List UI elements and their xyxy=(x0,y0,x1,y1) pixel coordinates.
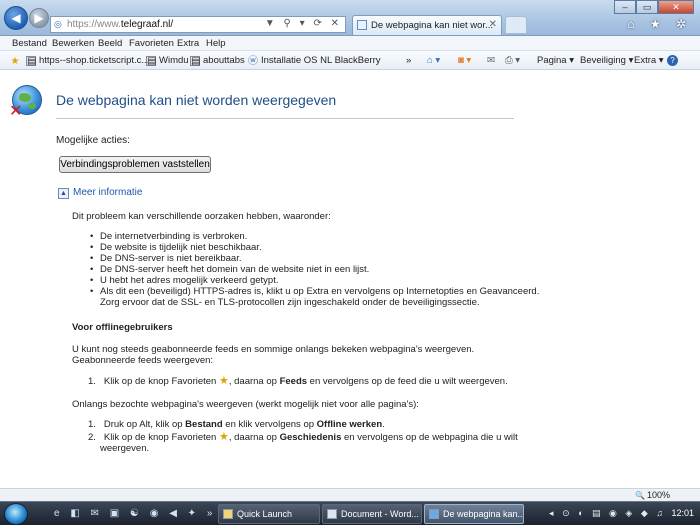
favorites-star-icon: ★ xyxy=(218,375,229,387)
forward-button[interactable]: ▶ xyxy=(29,8,49,28)
page-title: De webpagina kan niet worden weergegeven xyxy=(56,92,337,108)
feeds-paragraph: Geabonneerde feeds weergeven: xyxy=(72,355,214,366)
page-icon: ▤ xyxy=(26,56,37,67)
taskbar-button-quick-launch[interactable]: Quick Launch xyxy=(218,504,320,524)
recent-step-2-continuation: weergeven. xyxy=(100,443,150,454)
mail-icon[interactable]: ✉ xyxy=(487,55,495,66)
back-button[interactable]: ◀ xyxy=(4,6,28,30)
menu-favorieten[interactable]: Favorieten xyxy=(129,38,174,49)
print-icon[interactable]: ⎙ ▾ xyxy=(505,55,520,66)
page-content: ✕ De webpagina kan niet worden weergegev… xyxy=(0,70,700,488)
list-item: De DNS-server heeft het domein van de we… xyxy=(90,264,539,275)
offline-paragraph: U kunt nog steeds geabonneerde feeds en … xyxy=(72,344,475,355)
favorites-star-icon: ★ xyxy=(218,431,229,443)
favorite-link-abouttabs[interactable]: ▤ abouttabs xyxy=(190,55,245,67)
help-icon[interactable]: ? xyxy=(667,55,678,66)
more-info-link[interactable]: Meer informatie xyxy=(73,187,142,198)
close-window-button[interactable]: ✕ xyxy=(658,0,694,14)
recent-step-1: 1. Druk op Alt, klik op Bestand en klik … xyxy=(88,419,385,430)
start-button[interactable] xyxy=(4,503,28,525)
favorite-link-wimdu[interactable]: ▤ Wimdu xyxy=(146,55,189,67)
status-bar: 100% xyxy=(0,488,700,501)
taskbar-button-browser[interactable]: De webpagina kan... xyxy=(424,504,524,524)
possible-actions-label: Mogelijke acties: xyxy=(56,135,130,146)
system-tray-icons[interactable]: ◂ ⊙ ◐ ▤ ◉ ◈ ◆ ♫ xyxy=(549,508,666,519)
web-icon: ⓦ xyxy=(248,56,258,67)
list-item-continuation: Zorg ervoor dat de SSL- en TLS-protocoll… xyxy=(100,297,480,308)
clock[interactable]: 12:01 xyxy=(671,508,694,518)
list-item: De website is tijdelijk niet beschikbaar… xyxy=(90,242,539,253)
address-bar[interactable]: ◎ https://www.telegraaf.nl/ ▼ ⚲ ▾ ⟳ ✕ xyxy=(50,16,346,33)
security-menu-button[interactable]: Beveiliging ▾ xyxy=(580,55,633,66)
rss-icon[interactable]: ◙ ▾ xyxy=(458,55,471,66)
word-icon xyxy=(327,509,337,519)
zoom-level[interactable]: 100% xyxy=(635,490,670,500)
menu-bewerken[interactable]: Bewerken xyxy=(52,38,94,49)
favorites-bar: ★ ▤ https--shop.ticketscript.c... ▤ Wimdu … xyxy=(0,51,700,70)
window-controls: – ▭ ✕ xyxy=(614,0,694,14)
folder-icon xyxy=(223,509,233,519)
menu-help[interactable]: Help xyxy=(206,38,226,49)
address-url[interactable]: https://www.telegraaf.nl/ xyxy=(67,19,173,30)
page-icon: ◎ xyxy=(54,19,62,29)
error-x-icon: ✕ xyxy=(9,103,23,120)
collapse-icon[interactable]: ▲ xyxy=(58,188,69,199)
home-icon[interactable]: ⌂ ▾ xyxy=(427,55,440,66)
favorites-overflow-button[interactable]: » xyxy=(406,55,411,66)
page-icon: ▤ xyxy=(190,56,201,67)
list-item: De DNS-server is niet bereikbaar. xyxy=(90,253,539,264)
page-icon xyxy=(357,20,367,30)
menu-bestand[interactable]: Bestand xyxy=(12,38,47,49)
taskbar-button-word[interactable]: Document - Word... xyxy=(322,504,422,524)
list-item: U hebt het adres mogelijk verkeerd getyp… xyxy=(90,275,539,286)
page-menu-button[interactable]: Pagina ▾ xyxy=(537,55,574,66)
menu-extra[interactable]: Extra xyxy=(177,38,199,49)
maximize-button[interactable]: ▭ xyxy=(636,0,658,14)
list-item: De internetverbinding is verbroken. xyxy=(90,231,539,242)
diagnose-connection-button[interactable]: Verbindingsproblemen vaststellen xyxy=(59,156,211,173)
causes-list: De internetverbinding is verbroken. De w… xyxy=(90,231,539,308)
tab-error-page[interactable]: De webpagina kan niet wor... ✕ xyxy=(352,15,502,35)
page-icon: ▤ xyxy=(146,56,157,67)
title-divider xyxy=(56,118,514,119)
close-tab-icon[interactable]: ✕ xyxy=(489,19,497,30)
tools-menu-button[interactable]: Extra ▾ xyxy=(634,55,664,66)
offline-heading: Voor offlinegebruikers xyxy=(72,322,173,333)
tab-title: De webpagina kan niet wor... xyxy=(371,20,493,31)
feeds-step: 1. Klik op de knop Favorieten ★, daarna … xyxy=(88,375,508,388)
address-tools[interactable]: ▼ ⚲ ▾ ⟳ ✕ xyxy=(265,18,342,29)
recent-step-2: 2. Klik op de knop Favorieten ★, daarna … xyxy=(88,431,518,444)
ie-icon xyxy=(429,509,439,519)
recent-pages-heading: Onlangs bezochte webpagina's weergeven (… xyxy=(72,399,419,410)
home-favorites-tools-icons[interactable]: ⌂ ★ ✲ xyxy=(627,17,692,31)
menu-bar: Bestand Bewerken Beeld Favorieten Extra … xyxy=(0,36,700,51)
quick-launch-icons[interactable]: e ◧ ✉ ▣ ☯ ◉ ◀ ✦ » xyxy=(54,508,216,519)
taskbar: e ◧ ✉ ▣ ☯ ◉ ◀ ✦ » Quick Launch Document … xyxy=(0,501,700,525)
minimize-button[interactable]: – xyxy=(614,0,636,14)
list-item: Als dit een (beveiligd) HTTPS-adres is, … xyxy=(90,286,539,297)
browser-titlebar: ◀ ▶ ◎ https://www.telegraaf.nl/ ▼ ⚲ ▾ ⟳ … xyxy=(0,0,700,36)
favorite-link-ticketscript[interactable]: ▤ https--shop.ticketscript.c... xyxy=(26,55,149,67)
causes-intro: Dit probleem kan verschillende oorzaken … xyxy=(72,211,331,222)
favorite-link-blackberry[interactable]: ⓦ Installatie OS NL BlackBerry xyxy=(248,55,381,67)
favorites-star-icon[interactable]: ★ xyxy=(10,55,23,67)
new-tab-button[interactable] xyxy=(505,16,527,34)
menu-beeld[interactable]: Beeld xyxy=(98,38,122,49)
